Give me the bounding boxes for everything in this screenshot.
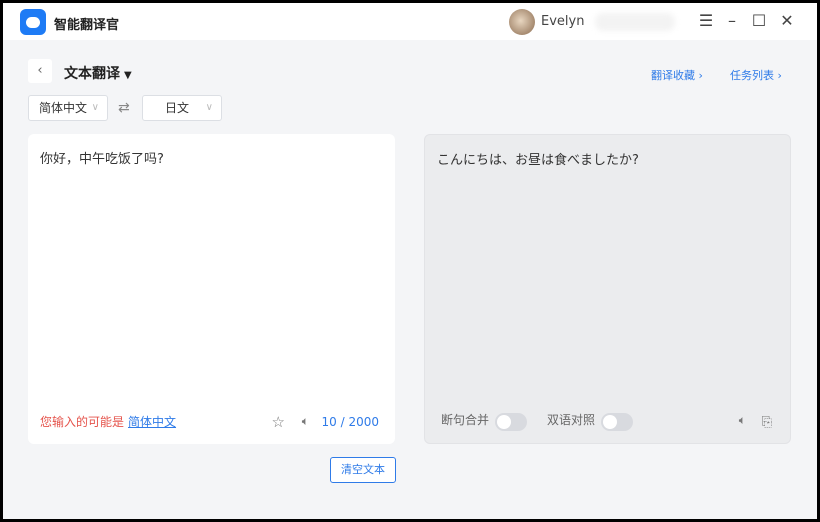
speaker-icon[interactable]: 🔈︎ xyxy=(739,413,746,428)
app-logo-icon xyxy=(20,9,46,35)
speaker-icon[interactable]: 🔈︎ xyxy=(302,414,309,429)
star-icon[interactable]: ☆ xyxy=(272,413,285,431)
source-language: 简体中文 xyxy=(39,101,88,115)
chevron-down-icon: ∨ xyxy=(91,102,99,113)
back-button[interactable]: ‹ xyxy=(28,59,52,83)
app-name: 智能翻译官 xyxy=(54,18,120,33)
close-icon[interactable]: ✕ xyxy=(777,11,797,30)
avatar[interactable] xyxy=(509,9,535,35)
detected-language-link[interactable]: 简体中文 xyxy=(128,415,176,429)
target-panel: こんにちは、お昼は食べましたか? 断句合并 双语对照 🔈︎ ⎘ xyxy=(424,134,791,444)
clear-text-button[interactable]: 清空文本 xyxy=(330,457,396,483)
toggle-bilingual-label: 双语对照 xyxy=(547,413,596,427)
target-language-select[interactable]: 日文 ∨ xyxy=(142,95,222,121)
maximize-icon[interactable]: ☐ xyxy=(749,11,769,30)
swap-languages-icon[interactable]: ⇄ xyxy=(118,100,130,116)
language-hint: 您输入的可能是 简体中文 xyxy=(40,413,176,430)
toggle-merge-label: 断句合并 xyxy=(441,413,490,427)
chevron-down-icon: ∨ xyxy=(205,102,213,113)
minimize-icon[interactable]: – xyxy=(722,11,742,30)
mode-dropdown[interactable]: 文本翻译 ▼ xyxy=(64,63,132,83)
translated-text: こんにちは、お昼は食べましたか? xyxy=(437,153,639,168)
merge-toggle[interactable] xyxy=(495,413,527,431)
caret-down-icon: ▼ xyxy=(124,70,132,81)
blurred-info xyxy=(595,13,675,31)
source-language-select[interactable]: 简体中文 ∨ xyxy=(28,95,108,121)
title-bar: 智能翻译官 Evelyn ☰ – ☐ ✕ xyxy=(3,3,817,40)
user-name[interactable]: Evelyn xyxy=(541,14,584,29)
menu-icon[interactable]: ☰ xyxy=(696,11,716,30)
copy-icon[interactable]: ⎘ xyxy=(762,415,772,430)
target-language: 日文 xyxy=(165,101,190,115)
hint-prefix: 您输入的可能是 xyxy=(40,415,125,429)
tasks-link[interactable]: 任务列表 › xyxy=(730,67,782,83)
mode-label: 文本翻译 xyxy=(64,66,120,82)
app-window: 智能翻译官 Evelyn ☰ – ☐ ✕ ‹ 文本翻译 ▼ 翻译收藏 › 任务列表… xyxy=(3,3,817,519)
bilingual-toggle[interactable] xyxy=(601,413,633,431)
source-panel[interactable]: 你好，中午吃饭了吗? 您输入的可能是 简体中文 ☆ 🔈︎ 10 / 2000 xyxy=(28,134,395,444)
source-text-input[interactable]: 你好，中午吃饭了吗? xyxy=(40,148,164,167)
char-count: 10 / 2000 xyxy=(321,415,379,429)
favorites-link[interactable]: 翻译收藏 › xyxy=(651,67,703,83)
